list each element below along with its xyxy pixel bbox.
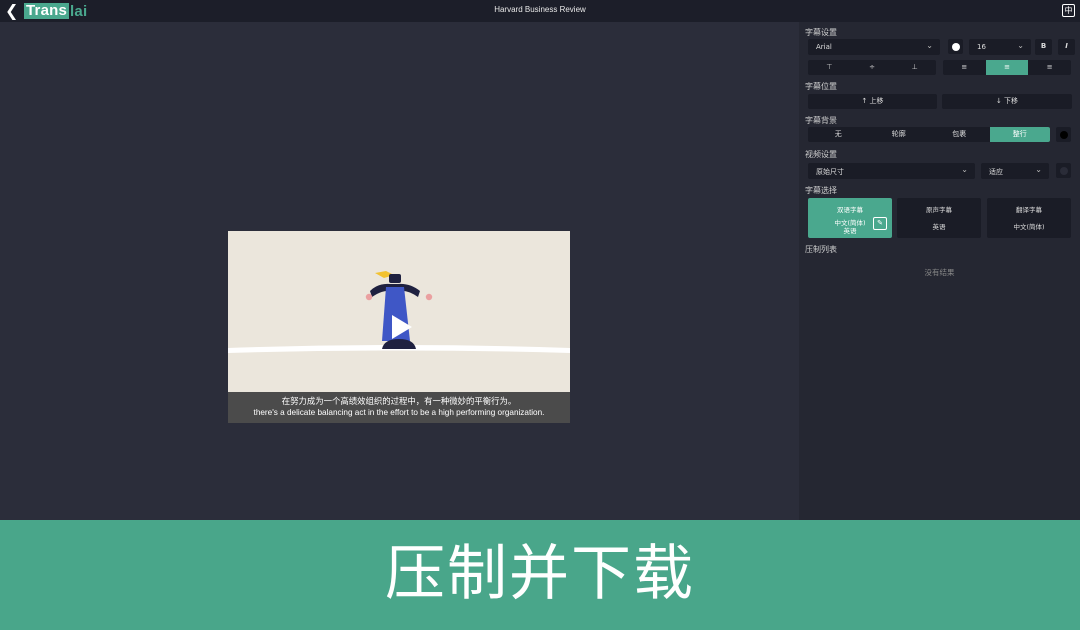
title-bar: ❮ Trans lai Harvard Business Review 中 <box>0 0 1080 22</box>
chevron-down-icon: ⌄ <box>926 41 933 50</box>
empty-state: 没有结果 <box>924 268 955 277</box>
background-color-swatch[interactable] <box>1056 127 1071 142</box>
move-down-button[interactable]: ↓ 下移 <box>942 94 1072 109</box>
video-player[interactable]: 在努力成为一个高绩效组织的过程中，有一种微妙的平衡行为。 there's a d… <box>228 231 570 423</box>
video-fit-select[interactable]: 适应 ⌄ <box>981 163 1049 179</box>
align-left-icon[interactable]: ≡ <box>943 60 986 75</box>
banner-text: 压制并下载 <box>385 539 695 609</box>
subtitle-zh: 在努力成为一个高绩效组织的过程中，有一种微妙的平衡行为。 <box>281 396 517 406</box>
play-icon[interactable] <box>386 313 414 341</box>
font-color-swatch[interactable] <box>948 39 963 54</box>
vertical-align-group: ⊤ ÷ ⊥ <box>808 60 936 75</box>
bold-button[interactable]: B <box>1035 39 1052 55</box>
move-up-button[interactable]: ↑ 上移 <box>808 94 937 109</box>
bg-option-fullline[interactable]: 整行 <box>989 127 1050 142</box>
video-bg-color-swatch[interactable] <box>1056 163 1071 178</box>
subtitle-overlay: 在努力成为一个高绩效组织的过程中，有一种微妙的平衡行为。 there's a d… <box>228 392 570 423</box>
subtitle-card-translated[interactable]: 翻译字幕 中文(简体) <box>987 198 1071 238</box>
promo-banner: 压制并下载 <box>0 520 1080 630</box>
subtitle-card-original[interactable]: 原声字幕 英语 <box>897 198 981 238</box>
horizontal-align-group: ≡ ≡ ≡ <box>943 60 1071 75</box>
video-settings-heading: 视频设置 <box>805 150 837 159</box>
bg-option-none[interactable]: 无 <box>808 127 869 142</box>
edit-icon[interactable]: ✎ <box>873 217 887 230</box>
subtitle-card-bilingual[interactable]: 双语字幕 中文(简体) 英语 ✎ <box>808 198 892 238</box>
chevron-down-icon: ⌄ <box>1035 165 1042 174</box>
video-size-select[interactable]: 原始尺寸 ⌄ <box>808 163 975 179</box>
subtitle-choice-heading: 字幕选择 <box>805 186 837 195</box>
video-stage: 在努力成为一个高绩效组织的过程中，有一种微妙的平衡行为。 there's a d… <box>0 22 799 520</box>
chevron-down-icon: ⌄ <box>961 165 968 174</box>
font-select[interactable]: Arial ⌄ <box>808 39 940 55</box>
chevron-down-icon: ⌄ <box>1017 41 1024 50</box>
background-style-group: 无 轮廓 包裹 整行 <box>808 127 1050 142</box>
align-center-icon[interactable]: ≡ <box>985 60 1029 75</box>
align-right-icon[interactable]: ≡ <box>1028 60 1071 75</box>
subtitle-settings-heading: 字幕设置 <box>805 28 837 37</box>
window-title: Harvard Business Review <box>494 5 586 14</box>
subtitle-en: there's a delicate balancing act in the … <box>253 408 545 417</box>
bg-option-wrap[interactable]: 包裹 <box>929 127 990 142</box>
subtitle-position-heading: 字幕位置 <box>805 82 837 91</box>
align-top-icon[interactable]: ⊤ <box>808 60 851 75</box>
align-bottom-icon[interactable]: ⊥ <box>893 60 936 75</box>
input-method-icon[interactable]: 中 <box>1062 4 1075 17</box>
align-middle-icon[interactable]: ÷ <box>851 60 894 75</box>
italic-button[interactable]: I <box>1058 39 1075 55</box>
font-size-select[interactable]: 16 ⌄ <box>969 39 1031 55</box>
bg-option-outline[interactable]: 轮廓 <box>869 127 930 142</box>
subtitle-background-heading: 字幕背景 <box>805 116 837 125</box>
render-list-heading: 压制列表 <box>805 245 837 254</box>
settings-panel: 字幕设置 Arial ⌄ 16 ⌄ B I ⊤ ÷ ⊥ ≡ ≡ ≡ 字幕位置 ↑… <box>799 22 1080 520</box>
